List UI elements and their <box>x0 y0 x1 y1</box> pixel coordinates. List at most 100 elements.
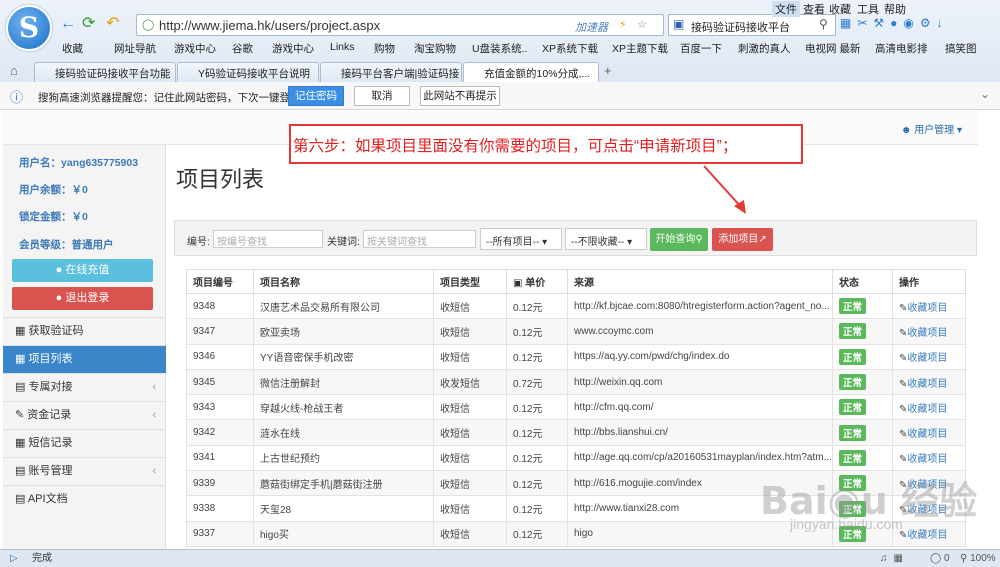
bookmark-item[interactable]: 淘宝购物 <box>414 41 456 56</box>
project-action-cell[interactable]: ✎收藏项目 <box>891 419 967 446</box>
bookmark-item[interactable]: 网址导航 <box>114 41 156 56</box>
bookmark-item[interactable]: 百度一下 <box>680 41 722 56</box>
project-select[interactable]: --所有项目-- ▾ <box>480 228 562 250</box>
search-icon[interactable]: ⚲ <box>819 17 828 31</box>
bookmark-item[interactable]: Links <box>330 41 355 53</box>
refresh-icon[interactable]: ⟳ <box>82 14 95 34</box>
star-icon[interactable]: ☆ <box>637 18 647 31</box>
lightning-icon[interactable]: ⚡ <box>619 18 627 31</box>
nav-label: 资金记录 <box>27 409 72 421</box>
recharge-button[interactable]: ● 在线充值 <box>12 259 153 282</box>
close-icon[interactable]: ⌄ <box>980 87 990 101</box>
bookmark-item[interactable]: 高清电影排 <box>875 41 928 56</box>
nav-account[interactable]: ▤ 账号管理 ‹ <box>3 457 166 485</box>
project-action-cell[interactable]: ✎收藏项目 <box>891 368 967 396</box>
project-action[interactable]: 收藏项目 <box>907 429 947 440</box>
search-text[interactable]: 接码验证码接收平台 <box>691 19 790 35</box>
project-source: http://weixin.qq.com <box>574 376 663 388</box>
project-action[interactable]: 收藏项目 <box>907 353 947 364</box>
project-action-cell[interactable]: ✎收藏项目 <box>891 343 967 370</box>
back-icon[interactable]: ← <box>60 14 76 34</box>
menu-view[interactable]: 查看 <box>803 1 825 17</box>
cancel-button[interactable]: 取消 <box>354 86 410 106</box>
sidebar-toggle-icon[interactable]: ▷ <box>10 550 18 567</box>
project-price: 0.12元 <box>513 327 543 339</box>
id-search-input[interactable]: 按编号查找 <box>213 230 323 248</box>
browser-tab[interactable]: 接码验证码接收平台功能 <box>34 62 176 82</box>
bookmark-item[interactable]: 游戏中心 <box>174 41 216 56</box>
bookmark-item[interactable]: 谷歌 <box>232 41 253 56</box>
project-action-cell[interactable]: ✎收藏项目 <box>891 444 967 472</box>
project-name: 上古世纪预约 <box>260 454 320 466</box>
project-type-cell: 收短信 <box>433 419 507 446</box>
nav-dedicated[interactable]: ▤ 专属对接 ‹ <box>3 373 166 401</box>
bookmark-item[interactable]: 电视网 最新 <box>805 41 860 56</box>
nav-label: 账号管理 <box>28 465 73 477</box>
undo-icon[interactable]: ↶ <box>106 14 119 34</box>
bookmark-item[interactable]: 游戏中心 <box>272 41 314 56</box>
search-engine-icon[interactable]: ▣ <box>673 17 684 31</box>
project-type: 收短信 <box>440 429 470 441</box>
zoom-level[interactable]: ⚲ 100% <box>960 550 996 567</box>
never-remind-button[interactable]: 此网站不再提示 <box>420 86 500 106</box>
user-menu[interactable]: ☻ 用户管理 ▾ <box>901 121 962 136</box>
project-source-cell: http://age.qq.com/cp/a20160531mayplan/in… <box>567 444 833 472</box>
project-action[interactable]: 收藏项目 <box>907 404 947 415</box>
new-tab-icon[interactable]: + <box>604 63 612 78</box>
project-id-cell: 9341 <box>186 444 254 472</box>
favorite-select[interactable]: --不限收藏-- ▾ <box>565 228 647 250</box>
user-menu-label: 用户管理 <box>914 125 955 136</box>
bookmark-item[interactable]: U盘装系统.. <box>472 41 527 56</box>
project-source-cell: https://aq.yy.com/pwd/chg/index.do <box>567 343 833 370</box>
browser-tab[interactable]: Y码验证码接收平台说明 <box>177 62 319 82</box>
status-count-value: 0 <box>943 553 950 564</box>
browser-tab[interactable]: 接码平台客户端|验证码接 <box>320 62 462 82</box>
password-notice-bar: ⓘ 搜狗高速浏览器提醒您：记住此网站密码，下次一键登录！ 记住密码 取消 此网站… <box>0 82 1000 110</box>
nav-funds[interactable]: ✎ 资金记录 ‹ <box>3 401 166 429</box>
project-name: higo买 <box>260 530 289 542</box>
menu-file[interactable]: 文件 <box>772 1 800 17</box>
project-price-cell: 0.12元 <box>506 470 568 497</box>
project-action-cell[interactable]: ✎收藏项目 <box>891 318 967 345</box>
menu-tools[interactable]: 工具 <box>857 1 879 17</box>
bookmark-item[interactable]: 搞笑图 <box>945 41 977 56</box>
browser-tab-active[interactable]: 充值金额的10%分成,... <box>463 62 599 82</box>
nav-sms[interactable]: ▦ 短信记录 <box>3 429 166 457</box>
logout-button[interactable]: ● 退出登录 <box>12 287 153 310</box>
project-action-cell[interactable]: ✎收藏项目 <box>891 292 967 320</box>
menu-help[interactable]: 帮助 <box>884 1 906 17</box>
keyword-search-input[interactable]: 按关键词查找 <box>363 230 476 248</box>
project-action[interactable]: 收藏项目 <box>907 454 947 465</box>
toolbar-icons[interactable]: ▦✂⚒●◉⚙↓ <box>840 16 949 30</box>
status-icons[interactable]: ♫▦ <box>880 550 909 567</box>
remember-password-button[interactable]: 记住密码 <box>288 86 344 106</box>
menu-favorites[interactable]: 收藏 <box>829 1 851 17</box>
bookmark-item[interactable]: 收藏 <box>62 41 83 56</box>
bookmark-item[interactable]: 刺激的真人 <box>738 41 791 56</box>
project-action[interactable]: 收藏项目 <box>907 303 947 314</box>
bookmarks-bar: 收藏 网址导航 游戏中心 谷歌 游戏中心 Links 购物 淘宝购物 U盘装系统… <box>0 38 1000 58</box>
address-bar[interactable]: ◯ http://www.jiema.hk/users/project.aspx… <box>136 14 664 36</box>
search-box[interactable]: ▣ 接码验证码接收平台 ⚲ <box>668 14 836 36</box>
bookmark-item[interactable]: 购物 <box>374 41 395 56</box>
nav-get-code[interactable]: ▦ 获取验证码 <box>3 317 166 345</box>
status-count[interactable]: ◯ 0 <box>930 550 950 567</box>
id-label: 编号: <box>187 237 210 248</box>
project-status: 正常 <box>838 424 866 441</box>
project-type-cell: 收发短信 <box>433 368 507 396</box>
project-action[interactable]: 收藏项目 <box>907 328 947 339</box>
add-project-button[interactable]: 添加项目↗ <box>712 228 773 251</box>
project-action[interactable]: 收藏项目 <box>907 530 947 541</box>
accelerator-label[interactable]: 加速器 <box>575 19 608 35</box>
project-action-cell[interactable]: ✎收藏项目 <box>891 394 967 421</box>
bookmark-item[interactable]: XP主题下载 <box>612 41 668 56</box>
nav-api[interactable]: ▤ API文档 <box>3 485 166 513</box>
query-button[interactable]: 开始查询⚲ <box>650 228 708 251</box>
home-icon[interactable]: ⌂ <box>10 63 18 78</box>
url-text[interactable]: http://www.jiema.hk/users/project.aspx <box>159 18 380 33</box>
project-source-cell: http://bbs.lianshui.cn/ <box>567 419 833 446</box>
bookmark-item[interactable]: XP系统下载 <box>542 41 598 56</box>
project-action[interactable]: 收藏项目 <box>907 379 947 390</box>
nav-project-list[interactable]: ▦ 项目列表 <box>3 345 166 373</box>
project-id: 9345 <box>193 376 216 388</box>
